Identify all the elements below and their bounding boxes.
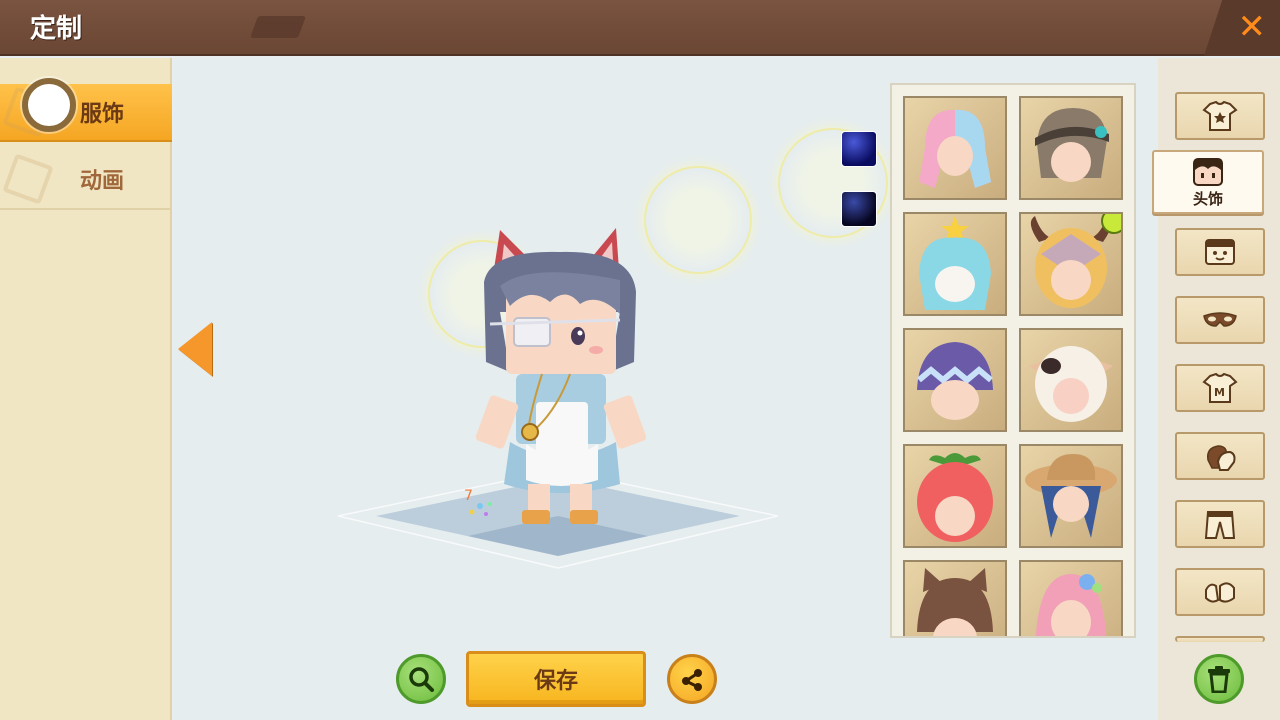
zoom-button[interactable] — [396, 654, 446, 704]
left-sidebar: 服饰 动画 — [0, 58, 172, 720]
shirt-star-icon — [1202, 100, 1238, 131]
trash-icon — [1208, 666, 1230, 693]
category-headwear[interactable]: 头饰 — [1152, 150, 1264, 214]
category-mask[interactable] — [1175, 296, 1265, 344]
mask-icon — [1203, 312, 1237, 327]
brown-cap-hair-icon — [1035, 108, 1109, 182]
category-shoes[interactable] — [1175, 568, 1265, 616]
shirt-m-icon: M — [1202, 372, 1238, 403]
item-grid — [890, 83, 1136, 638]
header-bar: 定制 ✕ — [0, 0, 1280, 56]
category-label: 头饰 — [1192, 190, 1223, 208]
item-slot[interactable] — [1019, 328, 1123, 432]
page-title: 定制 — [30, 14, 83, 44]
category-shirts[interactable]: M — [1175, 364, 1265, 412]
share-icon — [682, 669, 702, 691]
item-slot[interactable] — [1019, 560, 1123, 636]
delete-button[interactable] — [1194, 654, 1244, 704]
save-button[interactable]: 保存 — [466, 651, 646, 707]
item-slot[interactable] — [903, 96, 1007, 200]
touch-cursor — [22, 78, 76, 132]
pastel-braided-hair-icon — [919, 109, 991, 188]
category-pants[interactable] — [1175, 500, 1265, 548]
item-slot[interactable] — [1019, 212, 1123, 316]
head-accessory-icon — [1193, 158, 1223, 186]
tomato-hat-icon — [917, 453, 993, 542]
tab-background-icon — [2, 153, 54, 205]
category-face[interactable] — [1175, 228, 1265, 276]
close-icon[interactable]: ✕ — [1238, 8, 1267, 46]
purple-zigzag-helmet-icon — [917, 342, 993, 420]
straw-hat-blue-hair-icon — [1025, 454, 1117, 538]
item-slot[interactable] — [903, 212, 1007, 316]
pants-icon — [1204, 511, 1236, 539]
tab-label: 动画 — [80, 169, 125, 194]
sparkle-bubble — [644, 166, 752, 274]
gloves-icon — [1206, 445, 1236, 471]
svg-text:7: 7 — [464, 488, 473, 504]
tab-label: 服饰 — [80, 102, 125, 127]
header-decoration — [249, 16, 307, 38]
rainbow-sparkle-effect: 7 — [464, 488, 492, 516]
shoes-icon — [1205, 582, 1235, 603]
item-slot[interactable] — [1019, 444, 1123, 548]
rotate-left-arrow-icon[interactable] — [178, 322, 212, 376]
close-button[interactable]: ✕ — [1204, 0, 1280, 56]
blue-cube-particle — [841, 131, 877, 167]
tab-animation[interactable]: 动画 — [0, 150, 172, 210]
face-icon — [1205, 239, 1235, 265]
magnifier-icon — [409, 667, 434, 692]
category-tops[interactable] — [1175, 92, 1265, 140]
cat-ear-brown-hair-icon — [917, 568, 993, 636]
category-gloves[interactable] — [1175, 432, 1265, 480]
share-button[interactable] — [667, 654, 717, 704]
cow-hood-icon — [1029, 346, 1113, 422]
save-button-label: 保存 — [533, 669, 578, 694]
pink-flower-hair-icon — [1035, 574, 1107, 636]
item-slot[interactable] — [903, 328, 1007, 432]
blue-cube-particle — [841, 191, 877, 227]
item-slot[interactable] — [1019, 96, 1123, 200]
svg-text:M: M — [1214, 386, 1225, 399]
item-slot[interactable] — [903, 560, 1007, 636]
category-more[interactable] — [1175, 636, 1265, 642]
cake-crown-hair-icon — [919, 216, 991, 310]
item-slot[interactable] — [903, 444, 1007, 548]
